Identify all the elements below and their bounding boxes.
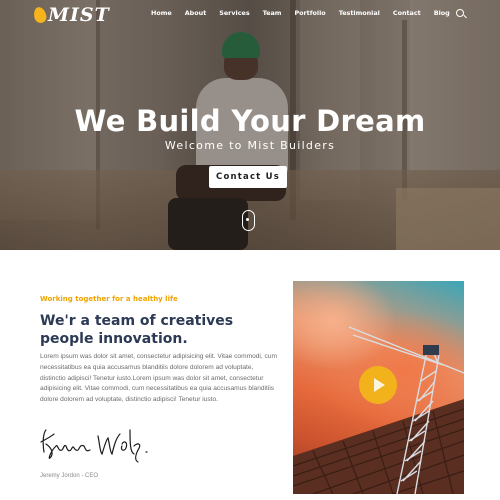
- nav-item-team[interactable]: Team: [263, 9, 282, 17]
- signature-image: [40, 429, 148, 463]
- main-nav: Home About Services Team Portfolio Testi…: [151, 9, 463, 17]
- logo-text: MIST: [48, 4, 110, 26]
- mouse-scroll-icon[interactable]: [242, 210, 255, 231]
- hero-title: We Build Your Dream: [74, 104, 426, 138]
- nav-item-testimonial[interactable]: Testimonial: [339, 9, 380, 17]
- section-body-text: Lorem ipsum was dolor sit amet, consecte…: [40, 353, 277, 404]
- flame-icon: [32, 5, 48, 25]
- section-tagline: Working together for a healthy life: [40, 295, 178, 303]
- signature-name: Jeremy Jordon - CEO: [40, 473, 99, 479]
- nav-item-portfolio[interactable]: Portfolio: [294, 9, 325, 17]
- nav-item-home[interactable]: Home: [151, 9, 172, 17]
- play-icon[interactable]: [359, 366, 397, 404]
- search-icon[interactable]: [456, 9, 464, 17]
- section-heading: We'r a team of creatives people innovati…: [40, 313, 234, 347]
- nav-item-contact[interactable]: Contact: [393, 9, 421, 17]
- nav-item-blog[interactable]: Blog: [434, 9, 450, 17]
- hero-subtitle: Welcome to Mist Builders: [164, 139, 336, 152]
- contact-us-button[interactable]: Contact Us: [209, 166, 287, 188]
- nav-item-about[interactable]: About: [185, 9, 207, 17]
- nav-item-services[interactable]: Services: [219, 9, 249, 17]
- brand-logo[interactable]: MIST: [32, 4, 110, 26]
